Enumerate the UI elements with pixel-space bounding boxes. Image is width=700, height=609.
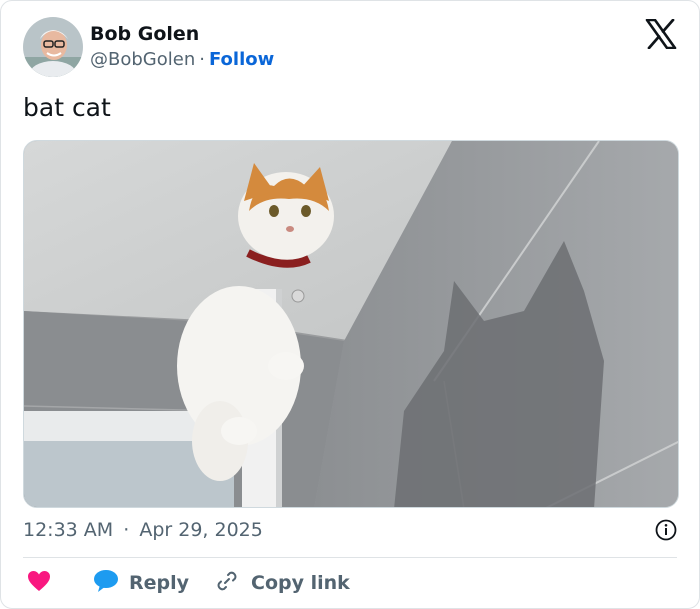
tweet-photo[interactable] <box>23 140 679 508</box>
copy-link-label: Copy link <box>251 572 350 594</box>
reply-bubble-icon <box>93 569 119 597</box>
tweet-text: bat cat <box>23 93 111 122</box>
heart-icon <box>27 570 51 596</box>
copy-link-button[interactable]: Copy link <box>215 567 350 599</box>
author-handle-row: @BobGolen · Follow <box>90 49 274 71</box>
reply-label: Reply <box>129 572 190 594</box>
tweet-header: Bob Golen @BobGolen · Follow <box>23 17 677 79</box>
tweet-embed-card: Bob Golen @BobGolen · Follow bat cat 12:… <box>0 0 700 609</box>
divider <box>23 557 677 558</box>
avatar[interactable] <box>23 17 83 77</box>
separator-dot: · <box>199 49 205 70</box>
tweet-timestamp[interactable]: 12:33 AM · Apr 29, 2025 <box>23 517 263 543</box>
link-icon <box>215 569 239 597</box>
tweet-date: Apr 29, 2025 <box>139 519 263 541</box>
author-handle[interactable]: @BobGolen <box>90 49 195 70</box>
follow-button[interactable]: Follow <box>209 49 274 70</box>
x-logo-icon[interactable] <box>645 18 677 50</box>
tweet-time: 12:33 AM <box>23 519 114 541</box>
reply-button[interactable]: Reply <box>93 567 189 599</box>
info-icon[interactable] <box>655 519 677 541</box>
like-button[interactable] <box>27 567 51 599</box>
tweet-actions: Reply Copy link <box>23 567 677 599</box>
separator-dot: · <box>123 519 130 541</box>
author-name[interactable]: Bob Golen <box>90 23 199 45</box>
